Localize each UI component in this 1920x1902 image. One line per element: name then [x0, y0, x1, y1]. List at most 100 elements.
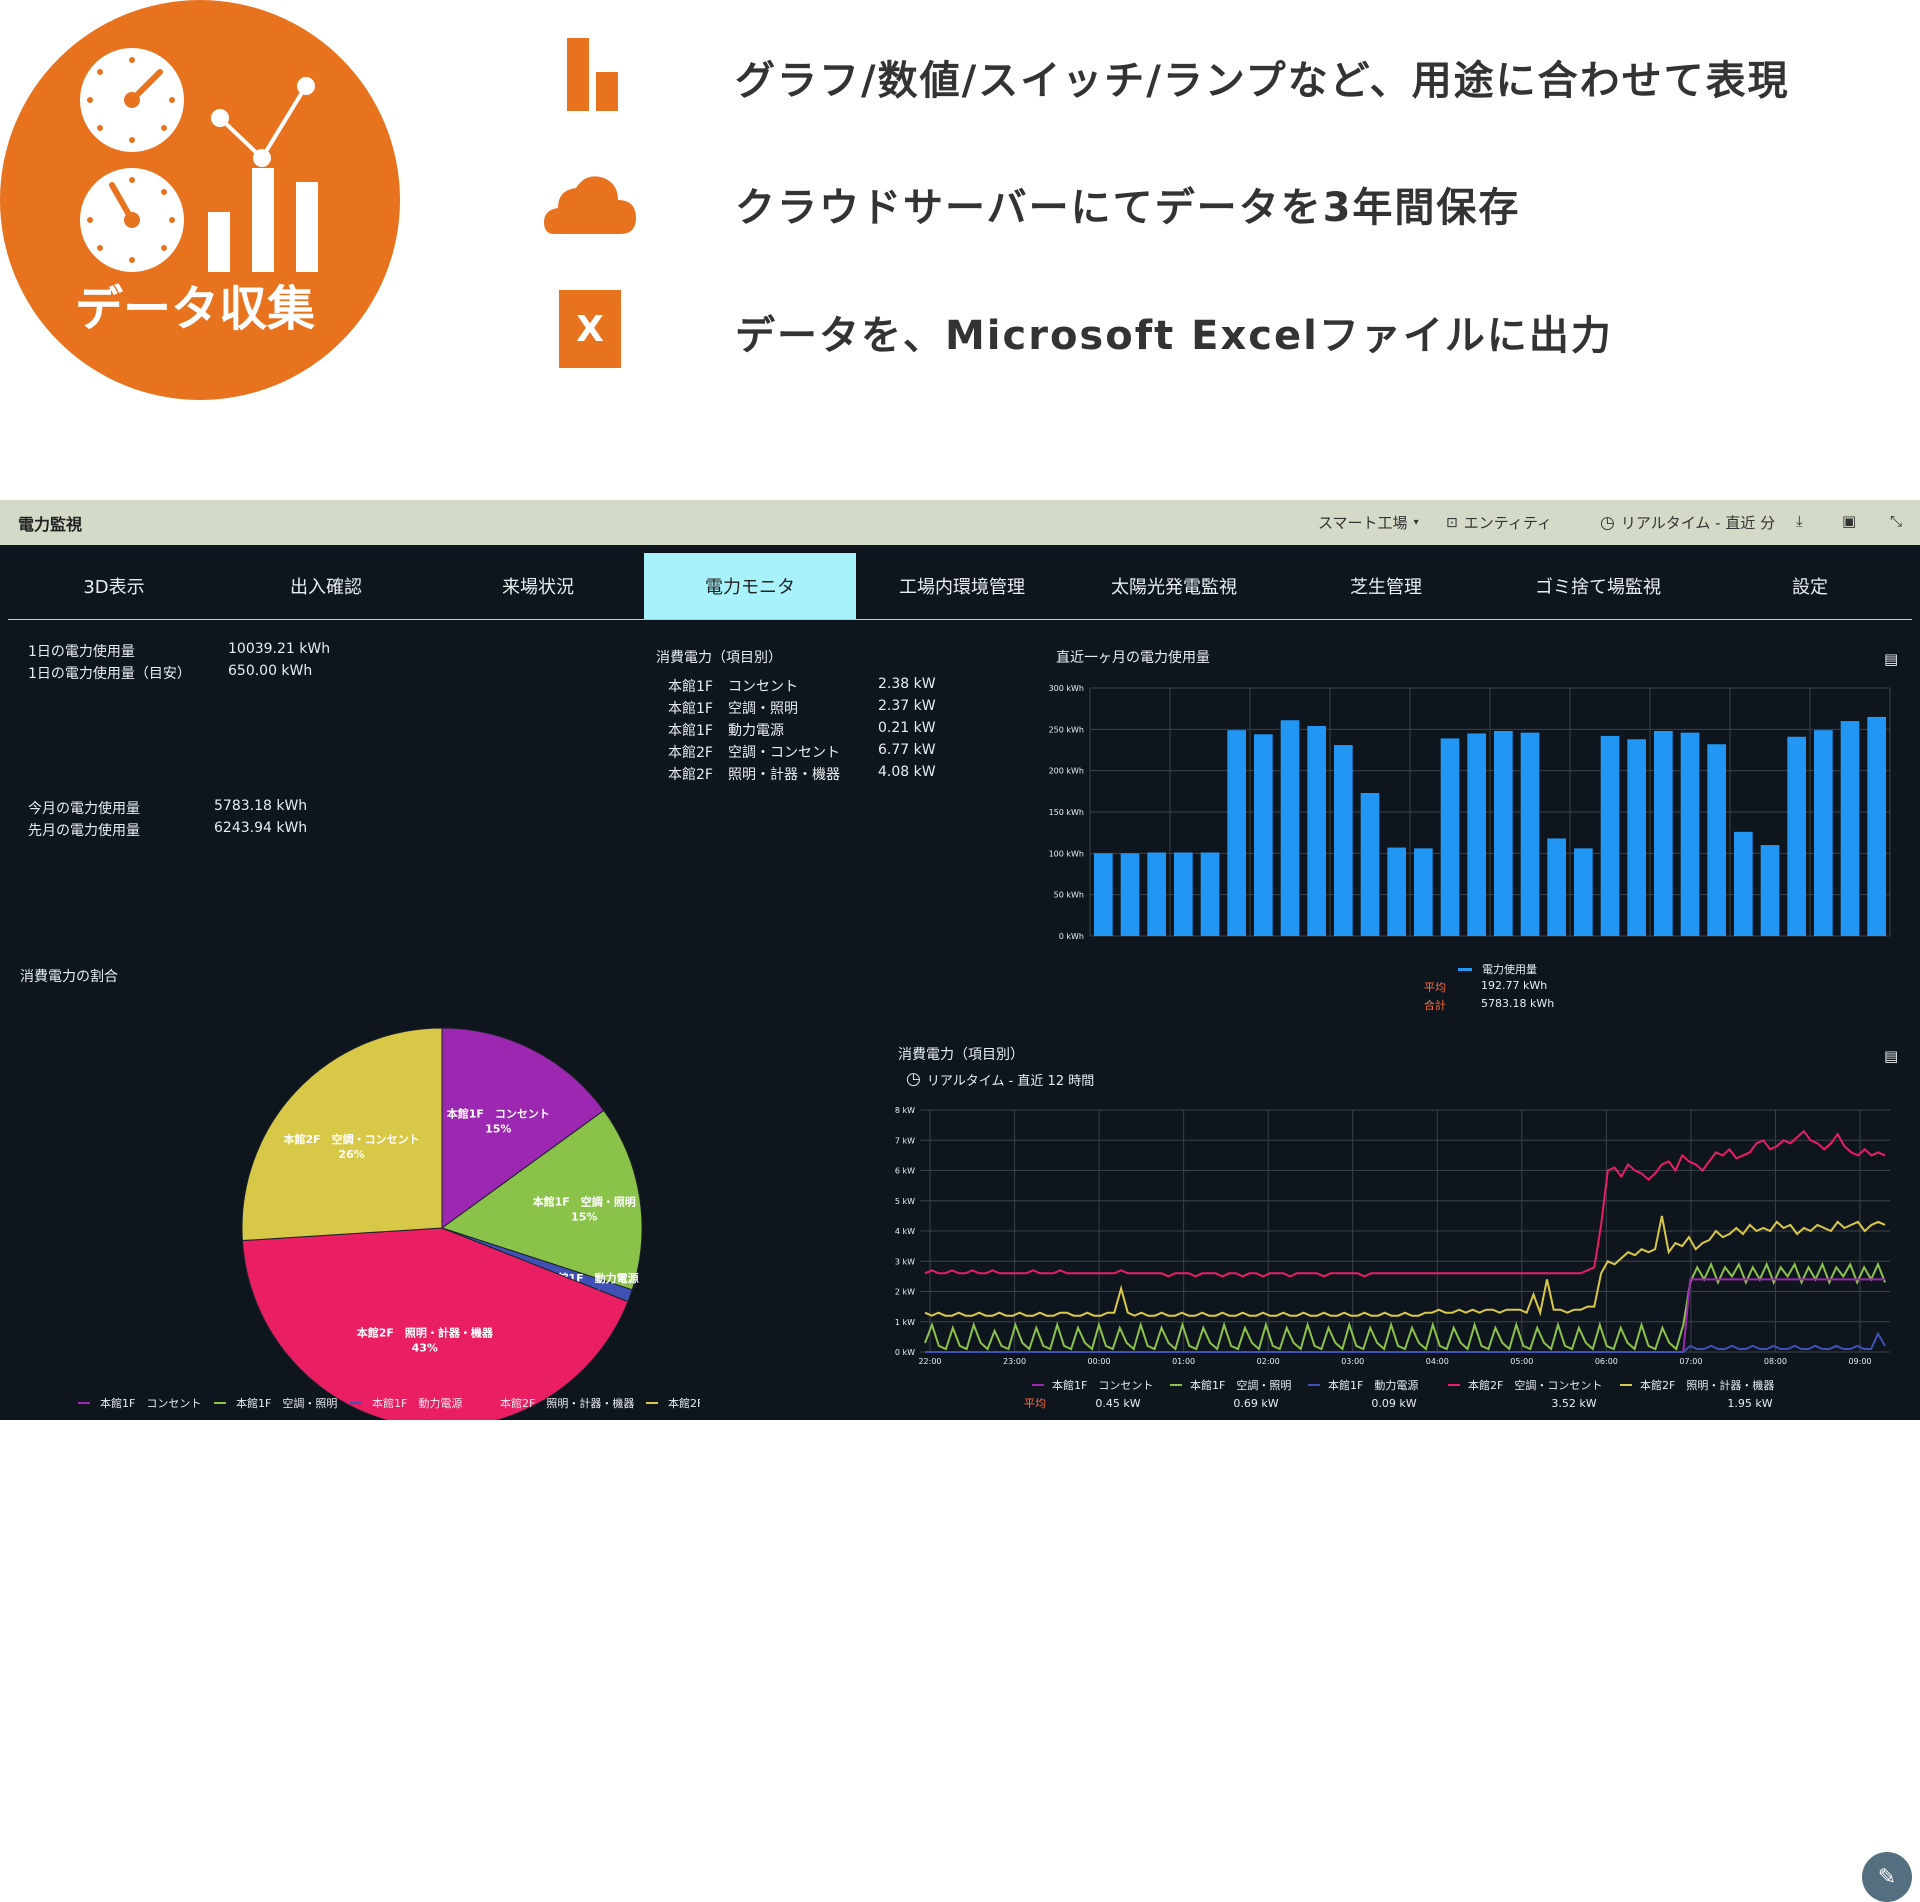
export-csv-icon[interactable]: ▤	[1884, 1047, 1898, 1065]
consumption-item-name: 空調・コンセント	[728, 745, 840, 761]
bar	[1147, 852, 1166, 936]
bar	[1414, 848, 1433, 936]
bar-ytick-label: 150 kWh	[1049, 808, 1084, 817]
line-ytick-label: 5 kW	[895, 1197, 915, 1206]
tab-9[interactable]: 設定	[1704, 553, 1916, 619]
bar	[1280, 720, 1300, 936]
pie-legend-label: 本館1F 空調・照明	[236, 1396, 337, 1410]
tab-2[interactable]: 出入確認	[220, 553, 432, 619]
bar	[1654, 730, 1673, 936]
bar	[1440, 738, 1460, 936]
line-ytick-label: 3 kW	[895, 1257, 915, 1266]
screenshot-icon[interactable]: ▣	[1842, 512, 1856, 530]
pie-slice-percent: 15%	[485, 1123, 511, 1136]
pie-chart: 本館1F コンセント15%本館1F 空調・照明15%本館1F 動力電源1%本館2…	[78, 1027, 700, 1420]
line-legend-label: 本館1F 動力電源	[1328, 1378, 1418, 1392]
line-legend-label: 本館1F コンセント	[1052, 1378, 1153, 1392]
pie-slice-name: 本館1F コンセント	[447, 1107, 550, 1121]
line-series	[925, 1278, 1885, 1353]
line-chart-subtitle-text: リアルタイム - 直近 12 時間	[926, 1073, 1095, 1089]
daily-target-label: 1日の電力使用量（目安）	[28, 666, 191, 682]
title-bar: 電力監視 スマート工場 ▾ ⊡ エンティティ ◷ リアルタイム - 直近 分 ⤓ ▣ …	[0, 500, 1920, 545]
consumption-item-name: 空調・照明	[728, 701, 798, 717]
line-chart: 0 kW 1 kW 2 kW 3 kW 4 kW 5 kW 6 kW 7 kW 8 kW 22:0…	[895, 1106, 1890, 1410]
line-legend-avg: 0.69 kW	[1233, 1397, 1278, 1410]
line-legend-label: 本館1F 空調・照明	[1190, 1378, 1291, 1392]
bar-legend-swatch	[1458, 967, 1472, 971]
line-chart-subtitle: ◷ リアルタイム - 直近 12 時間	[906, 1069, 1094, 1089]
timewindow-button[interactable]: ◷ リアルタイム - 直近 分	[1600, 512, 1775, 533]
consumption-item-bldg: 本館2F	[668, 745, 713, 761]
tab-3[interactable]: 来場状況	[432, 553, 644, 619]
timewindow-label: リアルタイム - 直近 分	[1620, 514, 1776, 532]
bar	[1307, 726, 1326, 936]
feature-text-2: クラウドサーバーにてデータを3年間保存	[735, 185, 1521, 231]
bar	[1467, 733, 1486, 936]
clock-icon: ◷	[1600, 512, 1615, 533]
tab-4[interactable]: 電力モニタ	[644, 553, 856, 619]
badge-label: データ収集	[75, 281, 315, 337]
feature-text-1: グラフ/数値/スイッチ/ランプなど、用途に合わせて表現	[735, 58, 1790, 104]
pie-legend-label: 本館1F 動力電源	[372, 1396, 462, 1410]
factory-label: スマート工場	[1318, 514, 1408, 532]
exit-fullscreen-icon[interactable]: ⤡	[1890, 512, 1902, 530]
bar	[1814, 730, 1833, 936]
entity-button[interactable]: ⊡ エンティティ	[1446, 512, 1552, 533]
bar-ytick-label: 100 kWh	[1049, 849, 1084, 858]
bar	[1094, 853, 1113, 936]
bar	[1574, 848, 1593, 936]
line-series	[924, 1261, 1886, 1351]
line-xtick-label: 00:00	[1088, 1357, 1111, 1366]
feature-text-3: データを、Microsoft Excelファイルに出力	[735, 313, 1613, 359]
edit-button[interactable]: ✎	[1862, 1852, 1912, 1902]
pencil-icon: ✎	[1877, 1864, 1897, 1890]
pie-slice-percent: 43%	[412, 1342, 438, 1355]
consumption-item-bldg: 本館2F	[668, 767, 713, 783]
bar-chart-title: 直近一ヶ月の電力使用量	[1056, 650, 1210, 666]
line-chart-title: 消費電力（項目別）	[898, 1047, 1024, 1063]
line-legend-avg: 0.45 kW	[1095, 1397, 1140, 1410]
bar-legend: 電力使用量	[1458, 961, 1537, 977]
consumption-item-name: 動力電源	[728, 723, 784, 739]
daily-usage-label: 1日の電力使用量	[28, 644, 135, 660]
line-xtick-label: 03:00	[1341, 1357, 1364, 1366]
line-xtick-label: 05:00	[1510, 1357, 1533, 1366]
bar	[1174, 852, 1193, 936]
consumption-item-bldg: 本館1F	[668, 701, 713, 717]
bar	[1734, 831, 1753, 936]
line-ytick-label: 1 kW	[895, 1318, 915, 1327]
factory-dropdown[interactable]: スマート工場 ▾	[1318, 512, 1419, 533]
pie-slice-name: 本館1F 空調・照明	[533, 1194, 636, 1208]
tab-6[interactable]: 太陽光発電監視	[1068, 553, 1280, 619]
promo-banner: データ収集 グラフ/数値/スイッチ/ランプなど、用途に合わせて表現 クラウドサー…	[0, 0, 1920, 500]
page-title: 電力監視	[18, 514, 83, 534]
tab-5[interactable]: 工場内環境管理	[856, 553, 1068, 619]
bar	[1254, 734, 1273, 936]
month-usage-value: 5783.18 kWh	[214, 798, 308, 814]
bar	[1600, 735, 1620, 936]
excel-glyph: X	[559, 290, 621, 368]
line-xtick-label: 23:00	[1003, 1357, 1026, 1366]
bar	[1360, 792, 1380, 936]
tab-1[interactable]: 3D表示	[8, 553, 220, 619]
bar	[1840, 721, 1860, 936]
bar-total-label: 合計	[1424, 999, 1446, 1012]
consumption-item-bldg: 本館1F	[668, 723, 713, 739]
bar-avg-value: 192.77 kWh	[1481, 979, 1548, 992]
bar	[1120, 853, 1140, 936]
download-icon[interactable]: ⤓	[1796, 512, 1803, 530]
tab-8[interactable]: ゴミ捨て場監視	[1492, 553, 1704, 619]
export-csv-icon[interactable]: ▤	[1884, 650, 1898, 668]
tab-7[interactable]: 芝生管理	[1280, 553, 1492, 619]
line-ytick-label: 6 kW	[895, 1167, 915, 1176]
consumption-item-value: 6.77 kW	[878, 742, 936, 758]
bar-ytick-label: 200 kWh	[1049, 767, 1084, 776]
pie-slice-percent: 15%	[571, 1210, 597, 1223]
line-xtick-label: 07:00	[1679, 1357, 1702, 1366]
consumption-item-value: 2.38 kW	[878, 676, 936, 692]
bar-ytick-label: 0 kWh	[1059, 932, 1084, 941]
line-xtick-label: 06:00	[1595, 1357, 1618, 1366]
excel-icon: X	[535, 284, 645, 374]
pie-slice-name: 本館2F 照明・計器・機器	[357, 1326, 494, 1340]
bar	[1200, 852, 1220, 936]
